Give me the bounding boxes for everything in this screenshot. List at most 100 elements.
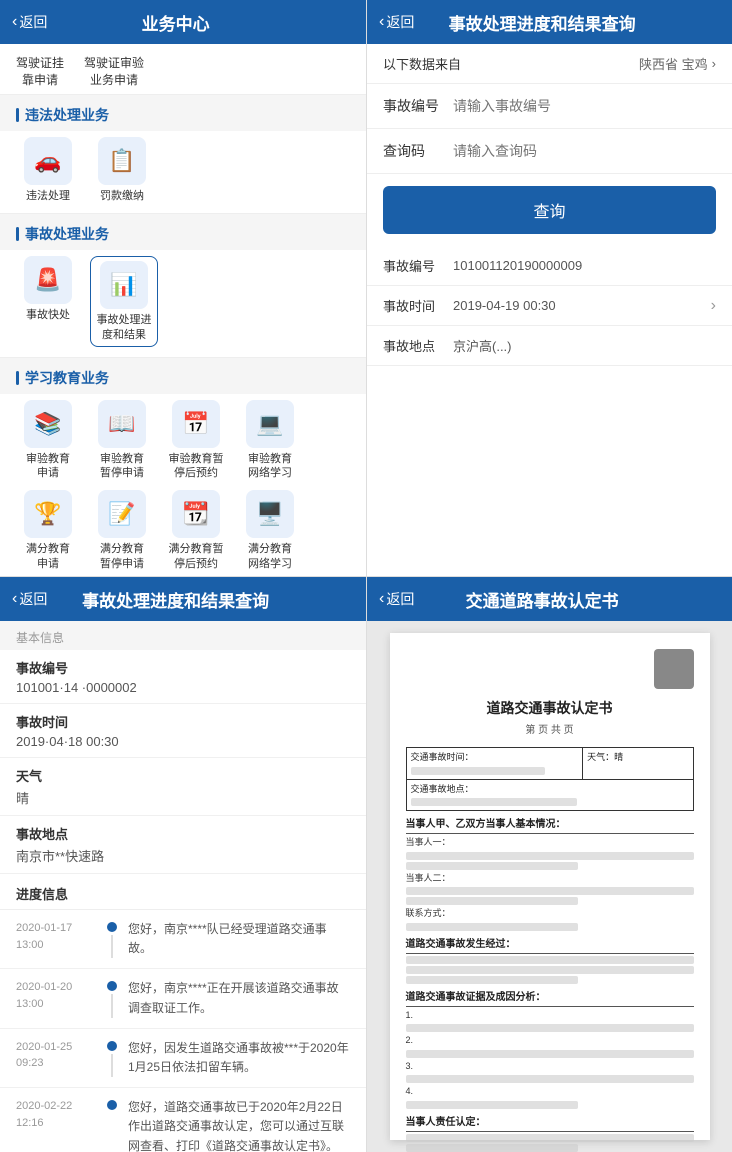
icon-item-edu-full-suspend[interactable]: 📝 满分教育暂停申请 bbox=[90, 490, 154, 571]
result-accident-no-row: 事故编号 101001120190000009 bbox=[367, 246, 732, 286]
nav-bar-business: ‹ 返回 业务中心 bbox=[0, 0, 366, 44]
icon-item-violation-handle[interactable]: 🚗 违法处理 bbox=[16, 137, 80, 203]
progress-dot-area-2 bbox=[102, 979, 122, 1017]
progress-item-1: 2020-01-17 13:00 您好，南京****队已经受理道路交通事故。 bbox=[0, 910, 366, 969]
menu-label-license-verify: 驾驶证审验业务申请 bbox=[84, 56, 144, 87]
back-button-query-top[interactable]: ‹ 返回 bbox=[379, 12, 414, 32]
cert-table-row-1: 交通事故时间： 天气：晴 bbox=[406, 748, 693, 779]
field-title-weather: 天气 bbox=[16, 766, 350, 785]
cert-header-table: 交通事故时间： 天气：晴 交通事故地点： bbox=[406, 747, 694, 811]
progress-dot-area-4 bbox=[102, 1098, 122, 1152]
education-icon-grid: 📚 审验教育申请 📖 审验教育暂停申请 📅 审验教育暂停后预约 💻 审验教育网络… bbox=[0, 394, 366, 576]
edu-audit-apply-icon: 📚 bbox=[24, 400, 72, 448]
result-accident-no-value: 101001120190000009 bbox=[453, 258, 716, 273]
progress-text-2: 您好，南京****正在开展该道路交通事故调查取证工作。 bbox=[128, 979, 350, 1017]
field-title-accident-time: 事故时间 bbox=[16, 712, 350, 731]
cert-logo-area bbox=[406, 649, 694, 689]
progress-date-1: 2020-01-17 13:00 bbox=[16, 920, 96, 958]
progress-dot-2 bbox=[107, 981, 117, 991]
icon-item-edu-audit-reserve[interactable]: 📅 审验教育暂停后预约 bbox=[164, 400, 228, 481]
progress-line-1 bbox=[111, 935, 113, 958]
edu-full-apply-icon: 🏆 bbox=[24, 490, 72, 538]
icon-item-fine-pay[interactable]: 📋 罚款缴纳 bbox=[90, 137, 154, 203]
back-label-progress: 返回 bbox=[19, 589, 47, 609]
nav-bar-progress: ‹ 返回 事故处理进度和结果查询 bbox=[0, 577, 366, 621]
query-code-row: 查询码 bbox=[367, 129, 732, 174]
result-accident-location-label: 事故地点 bbox=[383, 336, 453, 355]
progress-item-4: 2020-02-22 12:16 您好，道路交通事故已于2020年2月22日作出… bbox=[0, 1088, 366, 1152]
progress-content: 基本信息 事故编号 101001·14 ·0000002 事故时间 2019·0… bbox=[0, 621, 366, 1152]
chevron-right-source-icon: › bbox=[712, 56, 716, 71]
back-button-cert[interactable]: ‹ 返回 bbox=[379, 589, 414, 609]
fine-pay-icon: 📋 bbox=[98, 137, 146, 185]
result-accident-time-row[interactable]: 事故时间 2019-04-19 00:30 › bbox=[367, 286, 732, 326]
progress-text-1: 您好，南京****队已经受理道路交通事故。 bbox=[128, 920, 350, 958]
field-title-accident-no: 事故编号 bbox=[16, 658, 350, 677]
accident-progress-icon: 📊 bbox=[100, 261, 148, 309]
cert-process-text bbox=[406, 956, 694, 984]
cert-parties-text: 当事人一： 当事人二： 联系方式： bbox=[406, 836, 694, 931]
field-row-location: 事故地点 南京市**快速路 bbox=[0, 816, 366, 874]
accident-no-input[interactable] bbox=[453, 98, 716, 114]
progress-dot-area-3 bbox=[102, 1039, 122, 1077]
cert-responsibility-text bbox=[406, 1134, 694, 1152]
back-label-business: 返回 bbox=[19, 12, 47, 32]
edu-audit-apply-label: 审验教育申请 bbox=[26, 452, 70, 481]
accident-quick-icon: 🚨 bbox=[24, 256, 72, 304]
cert-subtitle: 第 页 共 页 bbox=[406, 723, 694, 739]
icon-item-edu-full-online[interactable]: 🖥️ 满分教育网络学习 bbox=[238, 490, 302, 571]
violation-handle-label: 违法处理 bbox=[26, 189, 70, 203]
progress-text-4: 您好，道路交通事故已于2020年2月22日作出道路交通事故认定，您可以通过互联网… bbox=[128, 1098, 350, 1152]
query-code-input[interactable] bbox=[453, 143, 716, 159]
progress-date-3: 2020-01-25 09:23 bbox=[16, 1039, 96, 1077]
icon-item-accident-quick[interactable]: 🚨 事故快处 bbox=[16, 256, 80, 347]
panel-query-top: ‹ 返回 事故处理进度和结果查询 以下数据来自 陕西省 宝鸡 › 事故编号 查询… bbox=[366, 0, 732, 576]
progress-line-2 bbox=[111, 994, 113, 1017]
icon-item-edu-full-suspend-reserve[interactable]: 📆 满分教育暂停后预约 bbox=[164, 490, 228, 571]
edu-audit-suspend-icon: 📖 bbox=[98, 400, 146, 448]
edu-audit-online-label: 审验教育网络学习 bbox=[248, 452, 292, 481]
icon-item-accident-progress[interactable]: 📊 事故处理进度和结果 bbox=[90, 256, 158, 347]
field-row-accident-time: 事故时间 2019·04·18 00:30 bbox=[0, 704, 366, 758]
business-content: 驾驶证挂靠申请 驾驶证审验业务申请 违法处理业务 🚗 违法处理 📋 罚款缴纳 bbox=[0, 44, 366, 576]
field-value-location: 南京市**快速路 bbox=[16, 846, 350, 865]
violation-icon-grid: 🚗 违法处理 📋 罚款缴纳 bbox=[0, 131, 366, 214]
back-button-business[interactable]: ‹ 返回 bbox=[12, 12, 47, 32]
data-source-value: 陕西省 宝鸡 › bbox=[639, 54, 716, 73]
accident-progress-label: 事故处理进度和结果 bbox=[97, 313, 152, 342]
basic-info-label: 基本信息 bbox=[0, 621, 366, 650]
accident-quick-label: 事故快处 bbox=[26, 308, 70, 322]
chevron-left-icon-cert: ‹ bbox=[379, 590, 384, 608]
screen-grid: ‹ 返回 业务中心 驾驶证挂靠申请 驾驶证审验业务申请 违法处理业务 bbox=[0, 0, 732, 1152]
accident-no-row: 事故编号 bbox=[367, 84, 732, 129]
edu-audit-reserve-icon: 📅 bbox=[172, 400, 220, 448]
icon-item-edu-audit-suspend[interactable]: 📖 审验教育暂停申请 bbox=[90, 400, 154, 481]
cert-time-cell: 交通事故时间： bbox=[406, 748, 583, 779]
result-accident-no-label: 事故编号 bbox=[383, 256, 453, 275]
query-code-label: 查询码 bbox=[383, 141, 453, 161]
cert-content: 道路交通事故认定书 第 页 共 页 交通事故时间： 天气：晴 交通事故地点： 当… bbox=[367, 621, 732, 1152]
progress-date-4: 2020-02-22 12:16 bbox=[16, 1098, 96, 1152]
query-button[interactable]: 查询 bbox=[383, 186, 716, 234]
back-label-query-top: 返回 bbox=[386, 12, 414, 32]
back-label-cert: 返回 bbox=[386, 589, 414, 609]
field-row-weather: 天气 晴 bbox=[0, 758, 366, 816]
icon-item-edu-audit-online[interactable]: 💻 审验教育网络学习 bbox=[238, 400, 302, 481]
business-center-title: 业务中心 bbox=[47, 10, 304, 35]
query-top-content: 以下数据来自 陕西省 宝鸡 › 事故编号 查询码 查询 事故编号 1010011… bbox=[367, 44, 732, 576]
progress-date-2: 2020-01-20 13:00 bbox=[16, 979, 96, 1017]
icon-item-edu-full-apply[interactable]: 🏆 满分教育申请 bbox=[16, 490, 80, 571]
result-accident-time-value: 2019-04-19 00:30 bbox=[453, 298, 711, 313]
menu-item-license-register[interactable]: 驾驶证挂靠申请 bbox=[16, 54, 64, 88]
menu-item-license-verify[interactable]: 驾驶证审验业务申请 bbox=[84, 54, 144, 88]
edu-audit-online-icon: 💻 bbox=[246, 400, 294, 448]
back-button-progress[interactable]: ‹ 返回 bbox=[12, 589, 47, 609]
panel-business-center: ‹ 返回 业务中心 驾驶证挂靠申请 驾驶证审验业务申请 违法处理业务 bbox=[0, 0, 366, 576]
edu-full-suspend-icon: 📝 bbox=[98, 490, 146, 538]
menu-label-license-register: 驾驶证挂靠申请 bbox=[16, 56, 64, 87]
icon-item-edu-audit-apply[interactable]: 📚 审验教育申请 bbox=[16, 400, 80, 481]
field-row-accident-no: 事故编号 101001·14 ·0000002 bbox=[0, 650, 366, 704]
cert-section-responsibility: 当事人责任认定： bbox=[406, 1115, 694, 1132]
top-menu-row: 驾驶证挂靠申请 驾驶证审验业务申请 bbox=[0, 44, 366, 95]
section-header-education: 学习教育业务 bbox=[0, 358, 366, 394]
